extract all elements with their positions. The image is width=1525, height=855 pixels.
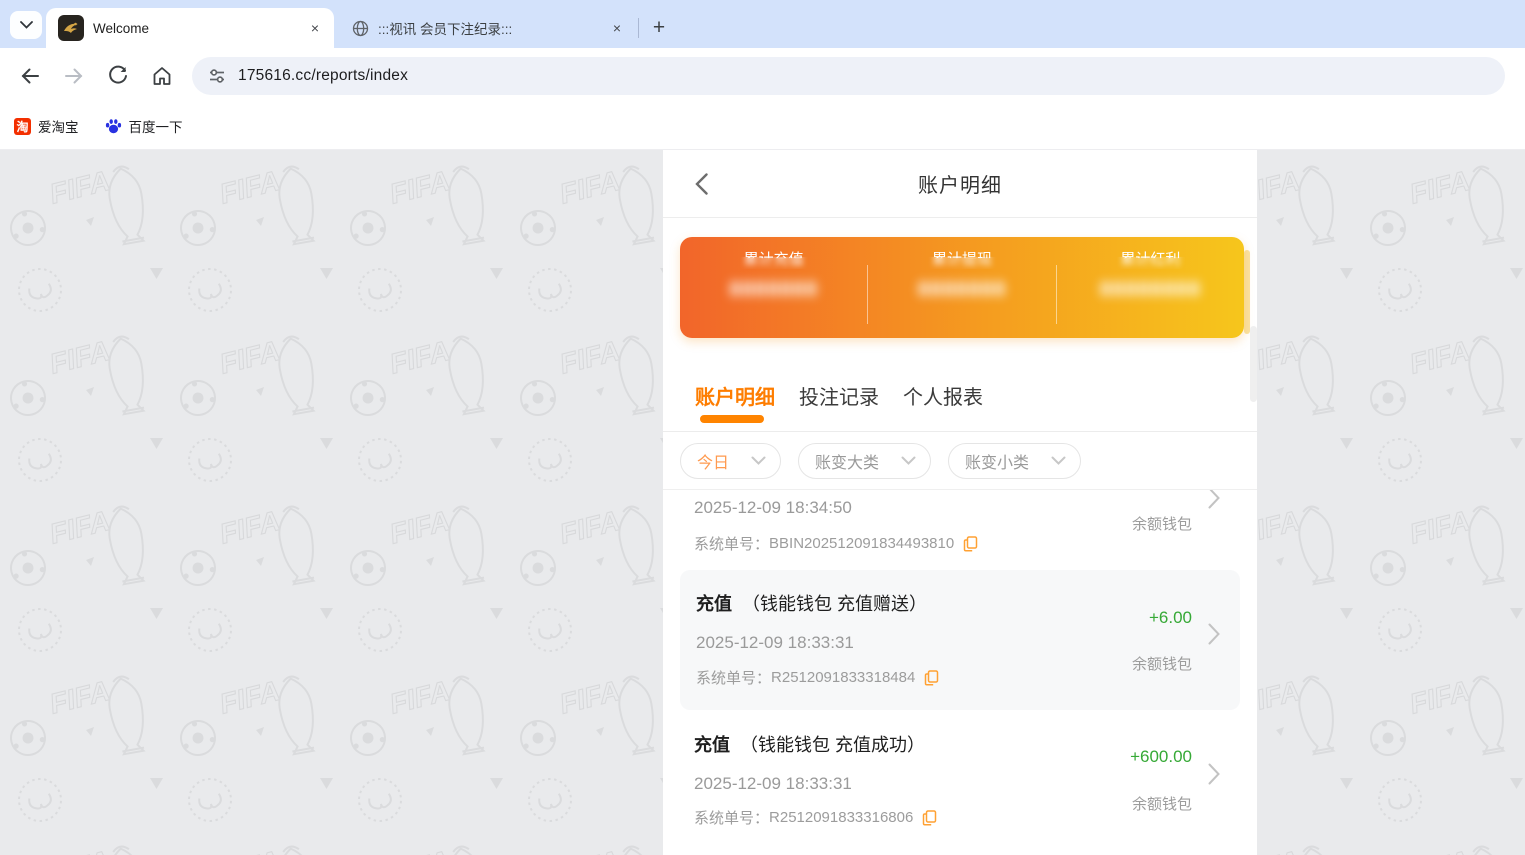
back-chevron-button[interactable] xyxy=(695,172,719,196)
stat-value-obscured: 8888888 xyxy=(729,278,819,301)
tab-bet-records[interactable]: 投注记录 xyxy=(799,381,879,410)
order-label: 系统单号： xyxy=(694,810,770,827)
copy-button[interactable] xyxy=(922,809,937,826)
address-bar[interactable]: 175616.cc/reports/index xyxy=(192,56,1505,95)
report-tabs: 账户明细 投注记录 个人报表 xyxy=(663,360,1257,432)
record-amount: +6.00 xyxy=(1148,608,1192,627)
transaction-row[interactable]: 充值 （钱能钱包 充值成功） 2025-12-09 18:33:31 系统单号： R25… xyxy=(663,710,1257,850)
browser-toolbar: 175616.cc/reports/index xyxy=(0,48,1525,103)
tab-account-detail[interactable]: 账户明细 xyxy=(695,381,775,410)
home-button[interactable] xyxy=(143,57,181,95)
tab-close-icon[interactable]: × xyxy=(608,19,626,37)
chevron-right-icon xyxy=(1208,490,1220,509)
active-tab-underline xyxy=(700,415,764,423)
summary-stats-card[interactable]: 累计充值 累计充值 8888888 累计提现 累计提现 8888888 累计红利… xyxy=(680,237,1244,338)
filter-label: 今日 xyxy=(697,454,730,472)
browser-tab-strip: Welcome × :::视讯 会员下注纪录::: × + xyxy=(0,0,1525,48)
stat-value-obscured: 88888888 xyxy=(1099,278,1202,301)
tab-close-icon[interactable]: × xyxy=(306,19,324,37)
order-label: 系统单号： xyxy=(696,670,772,687)
order-number: R2512091833316806 xyxy=(769,809,914,826)
copy-button[interactable] xyxy=(963,535,978,552)
filter-date-dropdown[interactable]: 今日 xyxy=(680,442,782,479)
chevron-right-icon xyxy=(1208,763,1220,785)
record-order-row: 系统单号： BBIN202512091834493810 xyxy=(694,533,1226,554)
back-arrow-icon xyxy=(21,68,39,83)
stat-total-deposit: 累计充值 累计充值 8888888 xyxy=(680,248,867,338)
summary-card-zone: 累计充值 累计充值 8888888 累计提现 累计提现 8888888 累计红利… xyxy=(663,218,1257,402)
copy-icon[interactable] xyxy=(963,535,978,552)
page-title: 账户明细 xyxy=(918,175,1002,197)
record-amount: +600.00 xyxy=(1130,747,1192,766)
tab-title: :::视讯 会员下注纪录::: xyxy=(378,22,513,37)
filter-bar: 今日 账变大类 账变小类 xyxy=(663,432,1257,490)
record-wallet: 余额钱包 xyxy=(1131,656,1192,673)
record-wallet: 余额钱包 xyxy=(1131,516,1192,533)
copy-icon[interactable] xyxy=(922,809,937,826)
forward-button[interactable] xyxy=(55,57,93,95)
url-text: 175616.cc/reports/index xyxy=(238,66,409,84)
tab-title: Welcome xyxy=(93,20,150,36)
record-title: 充值 （钱能钱包 充值赠送） xyxy=(696,594,927,614)
record-datetime: 2025-12-09 18:33:31 xyxy=(694,774,852,793)
reload-icon xyxy=(109,65,127,84)
globe-icon xyxy=(352,20,369,36)
bookmark-label: 百度一下 xyxy=(128,120,183,135)
filter-minor-type-dropdown[interactable]: 账变小类 xyxy=(948,442,1082,479)
record-chevron[interactable] xyxy=(1208,763,1220,785)
transaction-row[interactable]: 2025-12-09 18:34:50 系统单号： BBIN202512091834… xyxy=(663,490,1257,560)
back-button[interactable] xyxy=(11,57,49,95)
new-tab-button[interactable]: + xyxy=(645,14,673,42)
bookmark-baidu[interactable]: 百度一下 xyxy=(105,116,183,136)
carousel-card-peek xyxy=(1244,250,1250,334)
chevron-down-icon xyxy=(751,456,766,465)
page-content: FIFA xyxy=(0,150,1525,855)
filter-major-type-dropdown[interactable]: 账变大类 xyxy=(798,442,932,479)
chevron-right-icon xyxy=(1208,623,1220,645)
chevron-down-icon xyxy=(1051,456,1066,465)
copy-button[interactable] xyxy=(924,669,939,686)
record-chevron[interactable] xyxy=(1208,623,1220,645)
bookmark-label: 爱淘宝 xyxy=(38,120,79,135)
home-icon xyxy=(153,66,171,85)
stat-total-withdraw: 累计提现 累计提现 8888888 xyxy=(868,248,1055,338)
chevron-down-icon xyxy=(901,456,916,465)
stat-value-obscured: 8888888 xyxy=(917,278,1007,301)
order-label: 系统单号： xyxy=(694,536,770,553)
stat-total-bonus: 累计红利 累计红利 88888888 xyxy=(1057,248,1244,338)
tab-betting-records[interactable]: :::视讯 会员下注纪录::: × xyxy=(340,8,636,48)
chevron-down-icon xyxy=(19,21,33,29)
panel-header: 账户明细 xyxy=(663,150,1257,218)
order-number: R2512091833318484 xyxy=(771,669,916,686)
transaction-row[interactable]: 充值 （钱能钱包 充值赠送） 2025-12-09 18:33:31 系统单号： R25… xyxy=(680,570,1240,710)
order-number: BBIN202512091834493810 xyxy=(769,535,955,552)
record-datetime: 2025-12-09 18:33:31 xyxy=(696,633,854,652)
copy-icon[interactable] xyxy=(924,669,939,686)
bookmark-aitaobao[interactable]: 淘 爱淘宝 xyxy=(14,116,79,136)
bookmarks-bar: 淘 爱淘宝 百度一下 xyxy=(0,103,1525,150)
tab-search-button[interactable] xyxy=(10,11,42,39)
site-favicon-icon xyxy=(58,15,84,41)
filter-label: 账变大类 xyxy=(815,454,880,472)
tab-divider xyxy=(638,18,639,38)
record-chevron[interactable] xyxy=(1208,490,1220,509)
forward-arrow-icon xyxy=(65,68,83,83)
baidu-paw-icon xyxy=(105,118,122,135)
site-info-icon[interactable] xyxy=(208,67,226,85)
taobao-icon: 淘 xyxy=(14,117,31,135)
transaction-list: 2025-12-09 18:34:50 系统单号： BBIN202512091834… xyxy=(663,490,1257,855)
account-detail-panel: 账户明细 累计充值 累计充值 8888888 累计提现 累计提现 8888888… xyxy=(663,150,1257,855)
filter-label: 账变小类 xyxy=(965,454,1030,472)
tab-welcome[interactable]: Welcome × xyxy=(46,8,334,48)
record-wallet: 余额钱包 xyxy=(1131,796,1192,813)
reload-button[interactable] xyxy=(99,57,137,95)
chevron-left-icon xyxy=(695,173,708,195)
tab-personal-report[interactable]: 个人报表 xyxy=(903,381,983,410)
